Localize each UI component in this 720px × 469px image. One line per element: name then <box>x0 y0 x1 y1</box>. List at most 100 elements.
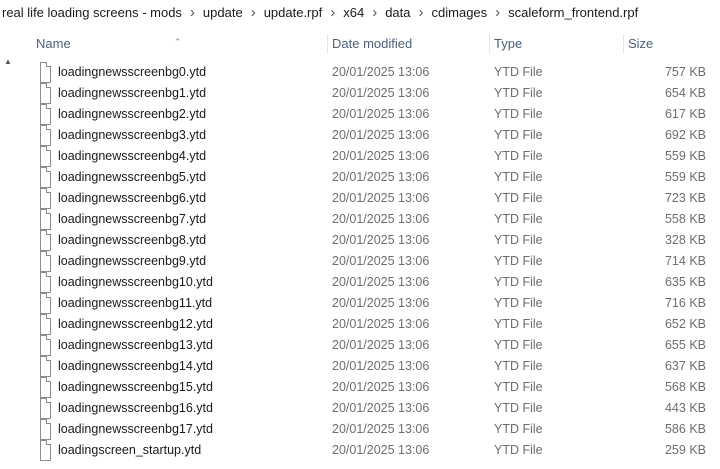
breadcrumb-item[interactable]: x64 <box>340 5 367 20</box>
file-type: YTD File <box>494 422 543 436</box>
file-icon <box>40 356 51 377</box>
breadcrumb-item[interactable]: data <box>382 5 413 20</box>
file-icon <box>40 419 51 440</box>
scroll-up-icon[interactable]: ▲ <box>4 58 12 66</box>
file-type: YTD File <box>494 65 543 79</box>
file-size: 723 KB <box>664 191 706 205</box>
file-name: loadingscreen_startup.ytd <box>58 443 202 457</box>
file-size: 586 KB <box>664 422 706 436</box>
file-type: YTD File <box>494 401 543 415</box>
file-size: 652 KB <box>664 317 706 331</box>
file-date: 20/01/2025 13:06 <box>332 401 430 415</box>
file-size: 558 KB <box>664 212 706 226</box>
file-size: 328 KB <box>664 233 706 247</box>
file-row[interactable]: loadingnewsscreenbg5.ytd 20/01/2025 13:06… <box>18 167 720 188</box>
file-date: 20/01/2025 13:06 <box>332 422 430 436</box>
column-header-size[interactable]: Size <box>624 30 720 58</box>
file-size: 635 KB <box>664 275 706 289</box>
file-name: loadingnewsscreenbg2.ytd <box>58 107 207 121</box>
file-row[interactable]: loadingnewsscreenbg15.ytd 20/01/2025 13:0… <box>18 377 720 398</box>
chevron-right-icon[interactable] <box>246 4 261 21</box>
file-row[interactable]: loadingnewsscreenbg2.ytd 20/01/2025 13:06… <box>18 104 720 125</box>
file-size: 617 KB <box>664 107 706 121</box>
file-row[interactable]: loadingnewsscreenbg14.ytd 20/01/2025 13:0… <box>18 356 720 377</box>
file-size: 559 KB <box>664 149 706 163</box>
file-date: 20/01/2025 13:06 <box>332 65 430 79</box>
file-icon <box>40 335 51 356</box>
file-size: 716 KB <box>664 296 706 310</box>
file-name: loadingnewsscreenbg5.ytd <box>58 170 207 184</box>
file-row[interactable]: loadingnewsscreenbg17.ytd 20/01/2025 13:0… <box>18 419 720 440</box>
file-icon <box>40 377 51 398</box>
file-date: 20/01/2025 13:06 <box>332 149 430 163</box>
file-date: 20/01/2025 13:06 <box>332 359 430 373</box>
file-type: YTD File <box>494 149 543 163</box>
file-icon <box>40 167 51 188</box>
file-type: YTD File <box>494 296 543 310</box>
file-row[interactable]: loadingnewsscreenbg11.ytd 20/01/2025 13:0… <box>18 293 720 314</box>
file-type: YTD File <box>494 170 543 184</box>
file-row[interactable]: loadingnewsscreenbg8.ytd 20/01/2025 13:06… <box>18 230 720 251</box>
file-size: 259 KB <box>664 443 706 457</box>
breadcrumb-item[interactable]: update.rpf <box>261 5 326 20</box>
file-date: 20/01/2025 13:06 <box>332 380 430 394</box>
breadcrumb-item[interactable]: real life loading screens - mods <box>0 5 185 20</box>
file-type: YTD File <box>494 233 543 247</box>
file-row[interactable]: loadingnewsscreenbg10.ytd 20/01/2025 13:0… <box>18 272 720 293</box>
file-date: 20/01/2025 13:06 <box>332 443 430 457</box>
file-icon <box>40 209 51 230</box>
file-row[interactable]: loadingnewsscreenbg16.ytd 20/01/2025 13:0… <box>18 398 720 419</box>
column-header-type[interactable]: Type <box>490 30 624 58</box>
file-icon <box>40 230 51 251</box>
chevron-right-icon[interactable] <box>325 4 340 21</box>
file-size: 692 KB <box>664 128 706 142</box>
file-date: 20/01/2025 13:06 <box>332 212 430 226</box>
file-row[interactable]: loadingnewsscreenbg6.ytd 20/01/2025 13:06… <box>18 188 720 209</box>
breadcrumb-item[interactable]: update <box>200 5 246 20</box>
file-date: 20/01/2025 13:06 <box>332 86 430 100</box>
column-header-name[interactable]: ⌃ Name <box>18 30 328 58</box>
breadcrumb-item[interactable]: cdimages <box>429 5 491 20</box>
file-row[interactable]: loadingnewsscreenbg3.ytd 20/01/2025 13:06… <box>18 125 720 146</box>
file-row[interactable]: loadingnewsscreenbg13.ytd 20/01/2025 13:0… <box>18 335 720 356</box>
file-name: loadingnewsscreenbg14.ytd <box>58 359 213 373</box>
file-icon <box>40 62 51 83</box>
chevron-right-icon[interactable] <box>185 4 200 21</box>
file-list: loadingnewsscreenbg0.ytd 20/01/2025 13:06… <box>18 62 720 461</box>
chevron-right-icon[interactable] <box>367 4 382 21</box>
file-type: YTD File <box>494 107 543 121</box>
file-name: loadingnewsscreenbg3.ytd <box>58 128 207 142</box>
chevron-right-icon[interactable] <box>490 4 505 21</box>
file-row[interactable]: loadingscreen_startup.ytd 20/01/2025 13:0… <box>18 440 720 461</box>
file-icon <box>40 188 51 209</box>
breadcrumb-item[interactable]: scaleform_frontend.rpf <box>505 5 641 20</box>
file-date: 20/01/2025 13:06 <box>332 107 430 121</box>
file-icon <box>40 251 51 272</box>
navigation-pane-edge: ▲ <box>0 24 18 469</box>
file-row[interactable]: loadingnewsscreenbg9.ytd 20/01/2025 13:06… <box>18 251 720 272</box>
file-name: loadingnewsscreenbg13.ytd <box>58 338 213 352</box>
file-name: loadingnewsscreenbg9.ytd <box>58 254 207 268</box>
column-header-date[interactable]: Date modified <box>328 30 490 58</box>
file-date: 20/01/2025 13:06 <box>332 254 430 268</box>
file-row[interactable]: loadingnewsscreenbg7.ytd 20/01/2025 13:06… <box>18 209 720 230</box>
file-date: 20/01/2025 13:06 <box>332 128 430 142</box>
file-name: loadingnewsscreenbg16.ytd <box>58 401 213 415</box>
file-size: 757 KB <box>664 65 706 79</box>
file-type: YTD File <box>494 191 543 205</box>
file-row[interactable]: loadingnewsscreenbg0.ytd 20/01/2025 13:06… <box>18 62 720 83</box>
file-row[interactable]: loadingnewsscreenbg4.ytd 20/01/2025 13:06… <box>18 146 720 167</box>
file-type: YTD File <box>494 443 543 457</box>
file-name: loadingnewsscreenbg1.ytd <box>58 86 207 100</box>
file-name: loadingnewsscreenbg15.ytd <box>58 380 213 394</box>
breadcrumb: real life loading screens - mods update … <box>0 0 720 24</box>
chevron-right-icon[interactable] <box>414 4 429 21</box>
file-row[interactable]: loadingnewsscreenbg12.ytd 20/01/2025 13:0… <box>18 314 720 335</box>
file-type: YTD File <box>494 338 543 352</box>
column-header-type-label: Type <box>494 36 523 51</box>
file-row[interactable]: loadingnewsscreenbg1.ytd 20/01/2025 13:06… <box>18 83 720 104</box>
file-name: loadingnewsscreenbg4.ytd <box>58 149 207 163</box>
file-size: 559 KB <box>664 170 706 184</box>
file-type: YTD File <box>494 254 543 268</box>
file-name: loadingnewsscreenbg6.ytd <box>58 191 207 205</box>
